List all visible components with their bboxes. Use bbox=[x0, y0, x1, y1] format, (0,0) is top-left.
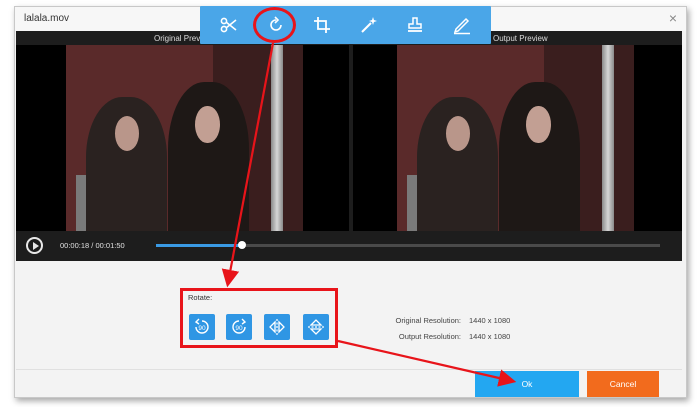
footer-divider bbox=[16, 369, 682, 370]
svg-text:90: 90 bbox=[198, 325, 206, 332]
time-separator: / bbox=[91, 241, 94, 250]
rotate-left-90-icon: 90 bbox=[194, 318, 209, 334]
original-resolution-label: Original Resolution: bbox=[395, 316, 461, 325]
original-video-frame bbox=[66, 45, 303, 231]
screenshot-stage: lalala.mov × Original Preview Output Pre… bbox=[0, 0, 700, 407]
play-icon[interactable] bbox=[26, 237, 43, 254]
current-time: 00:00:18 bbox=[60, 241, 90, 250]
rotate-label: Rotate: bbox=[188, 293, 213, 302]
window-title: lalala.mov bbox=[24, 13, 70, 24]
rotate-right-90-button[interactable]: 90 bbox=[226, 314, 252, 340]
progress-track[interactable] bbox=[156, 241, 660, 249]
flip-horizontal-icon bbox=[269, 319, 285, 335]
progress-thumb[interactable] bbox=[237, 241, 246, 249]
rotate-icon[interactable] bbox=[261, 10, 291, 40]
output-resolution-value: 1440 x 1080 bbox=[469, 332, 511, 341]
magic-wand-icon[interactable] bbox=[354, 10, 384, 40]
close-icon[interactable]: × bbox=[669, 10, 677, 26]
flip-horizontal-button[interactable] bbox=[264, 314, 290, 340]
stamp-icon[interactable] bbox=[400, 10, 430, 40]
ok-button[interactable]: Ok bbox=[475, 371, 579, 397]
time-display: 00:00:18 / 00:01:50 bbox=[60, 241, 125, 250]
progress-fill bbox=[156, 244, 242, 247]
output-resolution-label: Output Resolution: bbox=[398, 332, 461, 341]
output-preview-pane bbox=[353, 45, 682, 231]
player-controls: 00:00:18 / 00:01:50 bbox=[16, 231, 682, 261]
crop-icon[interactable] bbox=[307, 10, 337, 40]
subtitle-edit-icon[interactable] bbox=[447, 10, 477, 40]
original-resolution-row: Original Resolution: 1440 x 1080 bbox=[396, 316, 511, 325]
edit-toolbar bbox=[200, 6, 491, 44]
output-video-frame bbox=[397, 45, 634, 231]
original-preview-pane bbox=[16, 45, 349, 231]
svg-text:90: 90 bbox=[235, 325, 243, 332]
total-time: 00:01:50 bbox=[95, 241, 125, 250]
original-resolution-value: 1440 x 1080 bbox=[469, 316, 511, 325]
scissors-icon[interactable] bbox=[214, 10, 244, 40]
flip-vertical-button[interactable] bbox=[303, 314, 329, 340]
rotate-left-90-button[interactable]: 90 bbox=[189, 314, 215, 340]
flip-vertical-icon bbox=[308, 319, 324, 335]
cancel-button[interactable]: Cancel bbox=[587, 371, 659, 397]
preview-area: Original Preview Output Preview 00:00:18… bbox=[16, 31, 682, 261]
output-resolution-row: Output Resolution: 1440 x 1080 bbox=[399, 332, 511, 341]
rotate-right-90-icon: 90 bbox=[232, 318, 247, 334]
output-preview-label: Output Preview bbox=[493, 34, 548, 43]
